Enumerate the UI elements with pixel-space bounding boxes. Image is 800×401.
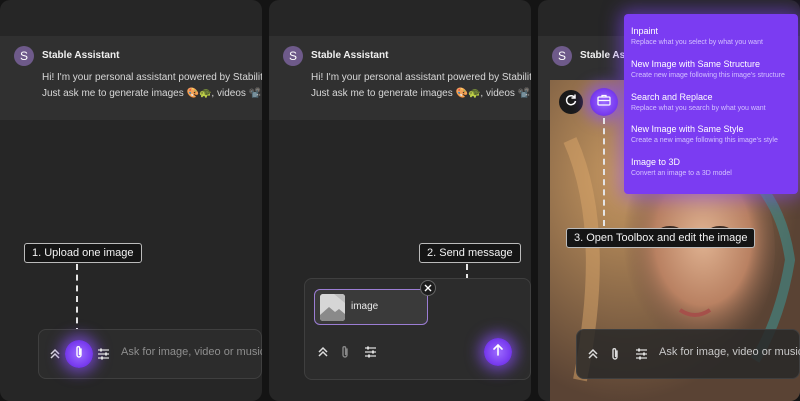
- avatar: S: [283, 46, 303, 66]
- menu-item-description: Create a new image following this image'…: [631, 137, 778, 144]
- sliders-icon[interactable]: [633, 346, 649, 362]
- chat-input[interactable]: Ask for image, video or music!: [121, 346, 262, 358]
- chat-composer: Ask for image, video or music!: [38, 329, 262, 379]
- arrow-up-icon: [491, 343, 505, 362]
- step-3-callout: 3. Open Toolbox and edit the image: [566, 228, 756, 248]
- assistant-name: Stable Assistant: [311, 50, 389, 61]
- menu-item-title: New Image with Same Structure: [631, 59, 761, 69]
- assistant-message-line-2: Just ask me to generate images 🎨🐢, video…: [311, 88, 531, 99]
- paperclip-icon[interactable]: [337, 344, 353, 360]
- menu-item-same-structure[interactable]: New Image with Same Structure Create new…: [631, 59, 796, 79]
- double-chevron-up-icon[interactable]: [315, 344, 331, 360]
- toolbox-menu: Inpaint Replace what you select by what …: [624, 14, 798, 194]
- double-chevron-up-icon[interactable]: [585, 346, 601, 362]
- sliders-icon[interactable]: [95, 346, 111, 362]
- chat-composer: Ask for image, video or music!: [576, 329, 800, 379]
- assistant-message: Hi! I'm your personal assistant powered …: [311, 70, 531, 102]
- double-chevron-up-icon[interactable]: [47, 346, 63, 362]
- menu-item-search-replace[interactable]: Search and Replace Replace what you sear…: [631, 92, 796, 112]
- panel-upload-step: S Stable Assistant Hi! I'm your personal…: [0, 0, 262, 401]
- attachment-card[interactable]: image: [314, 289, 428, 325]
- menu-item-same-style[interactable]: New Image with Same Style Create a new i…: [631, 124, 796, 144]
- menu-item-description: Convert an image to a 3D model: [631, 170, 732, 177]
- paperclip-icon[interactable]: [607, 346, 623, 362]
- chat-message-header: S Stable Assistant Hi! I'm your personal…: [269, 36, 531, 120]
- remove-attachment-button[interactable]: [420, 280, 436, 296]
- step-2-callout: 2. Send message: [419, 243, 521, 263]
- menu-item-description: Replace what you select by what you want: [631, 39, 763, 46]
- callout-connector: [76, 264, 78, 334]
- menu-item-inpaint[interactable]: Inpaint Replace what you select by what …: [631, 26, 796, 46]
- toolbox-icon: [597, 93, 611, 111]
- menu-item-image-to-3d[interactable]: Image to 3D Convert an image to a 3D mod…: [631, 157, 796, 177]
- chat-input[interactable]: Ask for image, video or music!: [659, 346, 800, 358]
- callout-connector: [603, 118, 605, 226]
- paperclip-icon: [72, 345, 86, 364]
- attach-button[interactable]: [65, 340, 93, 368]
- refresh-button[interactable]: [559, 90, 583, 114]
- sliders-icon[interactable]: [362, 344, 378, 360]
- image-placeholder-icon: [320, 294, 345, 321]
- chat-message-header: S Stable Assistant Hi! I'm your personal…: [0, 36, 262, 120]
- assistant-name: Stable Assistant: [42, 50, 120, 61]
- menu-item-title: Search and Replace: [631, 92, 713, 102]
- avatar: S: [552, 46, 572, 66]
- step-1-callout: 1. Upload one image: [24, 243, 142, 263]
- menu-item-description: Create new image following this image's …: [631, 72, 785, 79]
- menu-item-description: Replace what you search by what you want: [631, 105, 766, 112]
- menu-item-title: Inpaint: [631, 26, 659, 36]
- refresh-icon: [564, 93, 578, 112]
- toolbox-button[interactable]: [590, 88, 618, 116]
- panel-send-step: S Stable Assistant Hi! I'm your personal…: [269, 0, 531, 401]
- close-icon: [424, 279, 432, 297]
- menu-item-title: Image to 3D: [631, 157, 681, 167]
- send-button[interactable]: [484, 338, 512, 366]
- attachment-label: image: [351, 301, 379, 312]
- assistant-message-line-2: Just ask me to generate images 🎨🐢, video…: [42, 88, 262, 99]
- assistant-message-line-1: Hi! I'm your personal assistant powered …: [42, 72, 262, 83]
- menu-item-title: New Image with Same Style: [631, 124, 744, 134]
- assistant-message-line-1: Hi! I'm your personal assistant powered …: [311, 72, 531, 83]
- assistant-message: Hi! I'm your personal assistant powered …: [42, 70, 262, 102]
- avatar: S: [14, 46, 34, 66]
